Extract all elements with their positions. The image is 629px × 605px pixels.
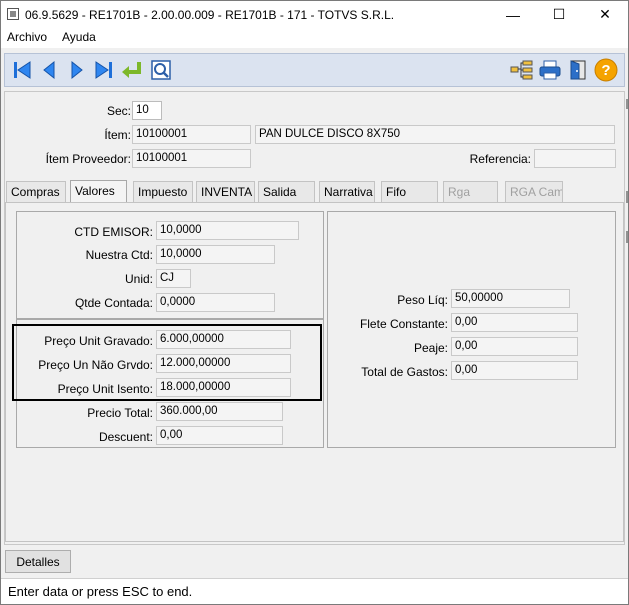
ctd-emisor-label: CTD EMISOR:	[74, 225, 153, 239]
zoom-icon[interactable]	[149, 58, 173, 82]
nuestra-ctd-field[interactable]: 10,0000	[156, 245, 275, 264]
flete-constante-field[interactable]: 0,00	[451, 313, 578, 332]
ctd-emisor-field[interactable]: 10,0000	[156, 221, 299, 240]
qtde-contada-label: Qtde Contada:	[74, 296, 153, 310]
nuestra-ctd-label: Nuestra Ctd:	[85, 248, 153, 262]
peso-liq-field[interactable]: 50,00000	[451, 289, 570, 308]
total-de-gastos-field[interactable]: 0,00	[451, 361, 578, 380]
status-bar: Enter data or press ESC to end.	[1, 578, 628, 604]
referencia-field[interactable]	[534, 149, 616, 168]
tab-compras[interactable]: Compras	[6, 181, 66, 203]
sec-label: Sec:	[106, 104, 131, 118]
precio-total-field[interactable]: 360.000,00	[156, 402, 283, 421]
descuent-label: Descuent:	[98, 430, 153, 444]
peso-liq-label: Peso Líq:	[397, 293, 448, 307]
tab-salida[interactable]: Salida	[258, 181, 315, 203]
item-description-field[interactable]: PAN DULCE DISCO 8X750	[255, 125, 615, 144]
item-proveedor-field[interactable]: 10100001	[132, 149, 251, 168]
unid-field[interactable]: CJ	[156, 269, 191, 288]
item-label: Ítem:	[104, 128, 131, 142]
toolbar: ?	[4, 53, 625, 87]
minimize-button[interactable]: —	[490, 1, 536, 28]
scroll-edge	[625, 91, 629, 251]
exit-door-icon[interactable]	[566, 58, 590, 82]
close-button[interactable]: ✕	[582, 1, 628, 28]
unid-label: Unid:	[124, 272, 153, 286]
hierarchy-icon[interactable]	[510, 58, 534, 82]
tab-valores[interactable]: Valores	[70, 180, 127, 204]
window-title: 06.9.5629 - RE1701B - 2.00.00.009 - RE17…	[25, 8, 395, 22]
menu-ayuda[interactable]: Ayuda	[62, 30, 96, 44]
precio-total-label: Precio Total:	[87, 406, 153, 420]
descuent-field[interactable]: 0,00	[156, 426, 283, 445]
item-proveedor-label: Ítem Proveedor:	[45, 152, 131, 166]
tab-rga[interactable]: Rga	[443, 181, 498, 203]
peaje-field[interactable]: 0,00	[451, 337, 578, 356]
menu-bar: Archivo Ayuda	[1, 28, 628, 48]
first-record-icon[interactable]	[10, 58, 34, 82]
tab-impuesto[interactable]: Impuesto	[133, 181, 193, 203]
app-window: 06.9.5629 - RE1701B - 2.00.00.009 - RE17…	[0, 0, 629, 605]
flete-constante-label: Flete Constante:	[359, 317, 448, 331]
sec-field[interactable]: 10	[132, 101, 162, 120]
maximize-button[interactable]: ☐	[536, 1, 582, 28]
return-arrow-icon[interactable]	[120, 58, 144, 82]
tab-narrativa[interactable]: Narrativa	[319, 181, 375, 203]
total-de-gastos-label: Total de Gastos:	[361, 365, 448, 379]
tab-rga-cam[interactable]: RGA Cam	[505, 181, 563, 203]
referencia-label: Referencia:	[469, 152, 531, 166]
title-bar: 06.9.5629 - RE1701B - 2.00.00.009 - RE17…	[1, 1, 628, 28]
peaje-label: Peaje:	[413, 341, 448, 355]
next-record-icon[interactable]	[65, 58, 89, 82]
item-field[interactable]: 10100001	[132, 125, 251, 144]
tab-fifo[interactable]: Fifo	[381, 181, 438, 203]
help-icon[interactable]: ?	[594, 58, 618, 82]
tab-inventa[interactable]: INVENTA	[196, 181, 255, 203]
last-record-icon[interactable]	[92, 58, 116, 82]
previous-record-icon[interactable]	[37, 58, 61, 82]
highlight-box	[12, 324, 322, 401]
status-text: Enter data or press ESC to end.	[8, 584, 193, 599]
detalles-button[interactable]: Detalles	[5, 550, 71, 573]
svg-text:?: ?	[601, 62, 610, 79]
app-icon	[7, 8, 19, 20]
menu-archivo[interactable]: Archivo	[7, 30, 47, 44]
qtde-contada-field[interactable]: 0,0000	[156, 293, 275, 312]
print-icon[interactable]	[538, 58, 562, 82]
